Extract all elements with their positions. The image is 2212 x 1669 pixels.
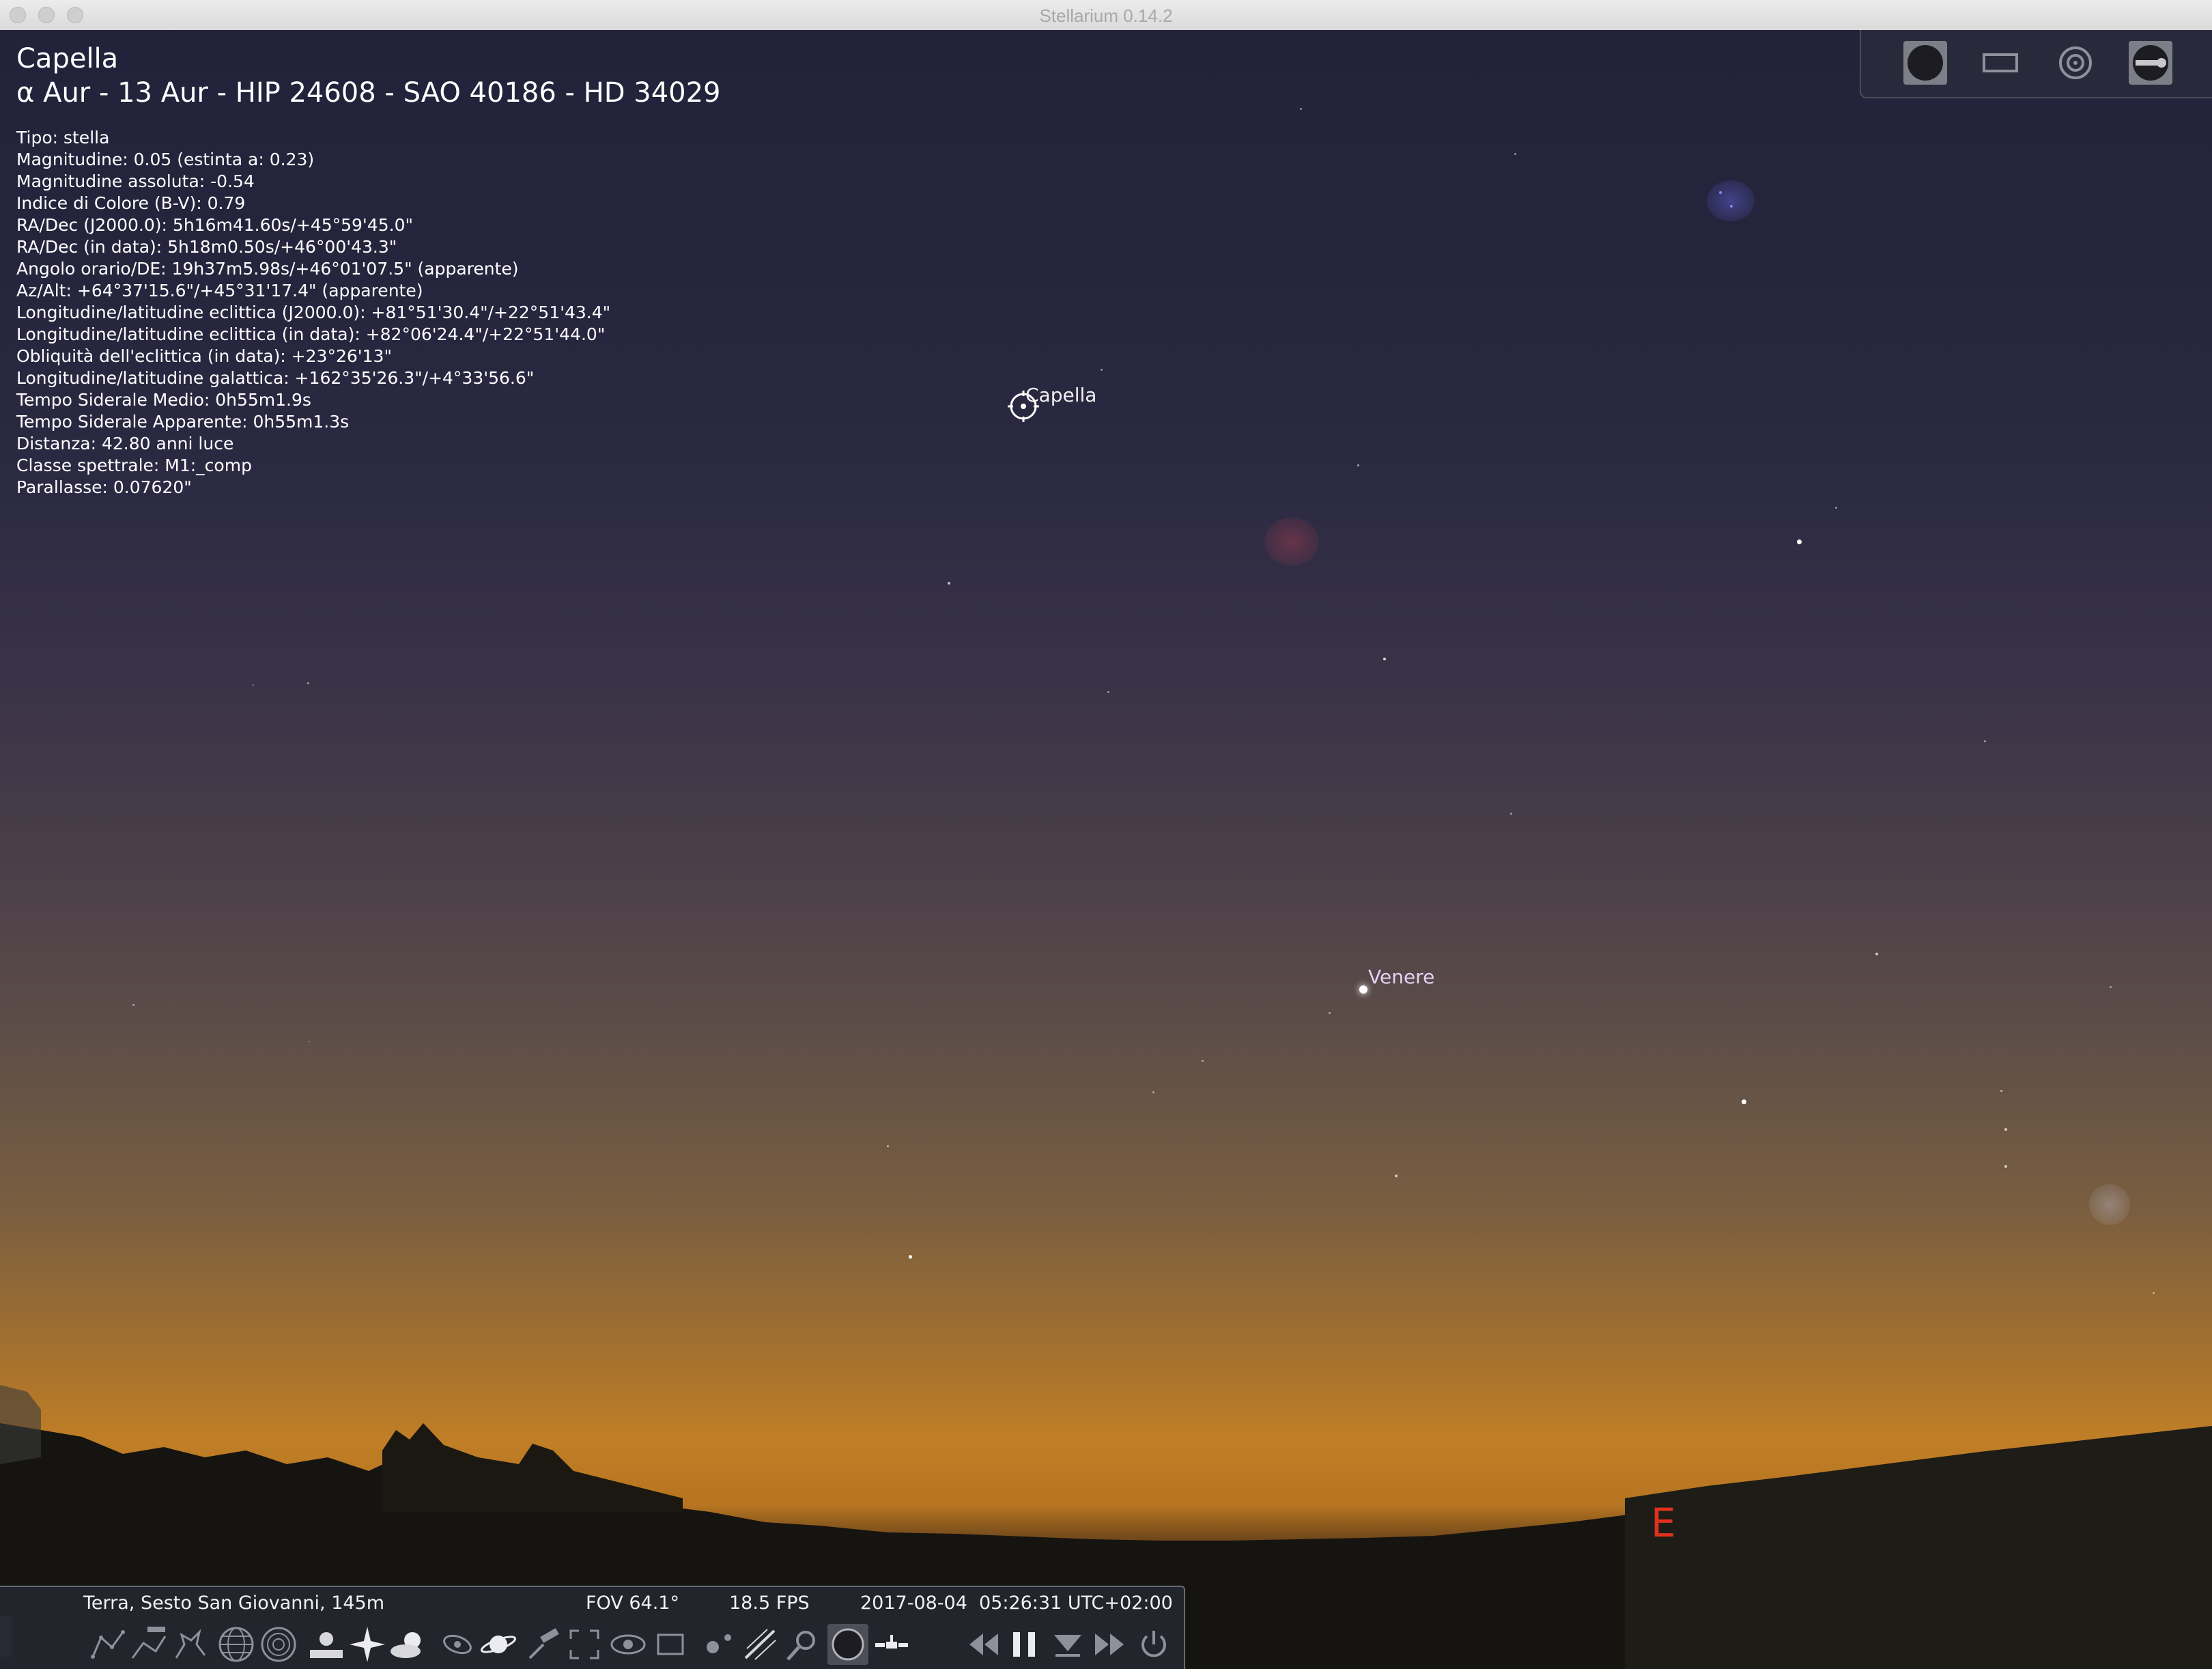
location-status[interactable]: Terra, Sesto San Giovanni, 145m (83, 1593, 384, 1614)
date-status[interactable]: 2017-08-04 (860, 1593, 967, 1614)
fps-status: 18.5 FPS (729, 1593, 810, 1614)
pause-icon[interactable] (1004, 1624, 1045, 1665)
window-title: Stellarium 0.14.2 (1039, 5, 1173, 26)
info-galactic: Longitudine/latitudine galattica: +162°3… (16, 368, 535, 388)
info-mean-sidereal: Tempo Siderale Medio: 0h55m1.9s (16, 390, 311, 410)
increase-speed-icon[interactable] (1090, 1624, 1131, 1665)
info-absolute-magnitude: Magnitudine assoluta: -0.54 (16, 171, 255, 191)
info-type: Tipo: stella (16, 128, 110, 148)
current-time-icon[interactable] (1047, 1624, 1088, 1665)
info-color-index: Indice di Colore (B-V): 0.79 (16, 193, 246, 213)
window-titlebar: Stellarium 0.14.2 (0, 0, 2212, 31)
planet-labels-icon[interactable] (478, 1624, 519, 1665)
object-designations: α Aur - 13 Aur - HIP 24608 - SAO 40186 -… (16, 77, 721, 109)
bottom-toolbar: Terra, Sesto San Giovanni, 145m FOV 64.1… (0, 1586, 1185, 1669)
azimuthal-grid-icon[interactable] (258, 1624, 299, 1665)
info-parallax: Parallasse: 0.07620" (16, 477, 192, 497)
ground-icon[interactable] (306, 1624, 347, 1665)
info-spectral-class: Classe spettrale: M1:_comp (16, 455, 252, 475)
cardinal-points-icon[interactable] (347, 1624, 388, 1665)
info-hour-angle: Angolo orario/DE: 19h37m5.98s/+46°01'07.… (16, 259, 519, 279)
info-obliquity: Obliquità dell'eclittica (in data): +23°… (16, 346, 392, 366)
nebulae-icon[interactable] (437, 1624, 478, 1665)
atmosphere-icon[interactable] (388, 1624, 429, 1665)
quit-icon[interactable] (1133, 1624, 1174, 1665)
compass-east-label: E (1651, 1500, 1676, 1546)
equatorial-grid-icon[interactable] (216, 1624, 257, 1665)
time-status[interactable]: 05:26:31 UTC+02:00 (979, 1593, 1173, 1614)
constellation-lines-icon[interactable] (87, 1624, 128, 1665)
center-selected-icon[interactable] (564, 1624, 605, 1665)
sensor-frame-icon[interactable] (1977, 40, 2024, 86)
info-magnitude: Magnitudine: 0.05 (estinta a: 0.23) (16, 150, 315, 169)
telescope-control-icon[interactable] (782, 1624, 823, 1665)
exoplanets-icon[interactable] (698, 1624, 739, 1665)
object-info-list: Tipo: stella Magnitudine: 0.05 (estinta … (16, 127, 610, 499)
constellation-art-icon[interactable] (169, 1624, 210, 1665)
meteor-showers-icon[interactable] (740, 1624, 781, 1665)
info-az-alt: Az/Alt: +64°37'15.6"/+45°31'17.4" (appar… (16, 281, 423, 300)
fullscreen-icon[interactable] (650, 1624, 691, 1665)
satellites-icon[interactable] (871, 1624, 912, 1665)
info-radec-date: RA/Dec (in data): 5h18m0.50s/+46°00'43.3… (16, 237, 397, 257)
fov-status: FOV 64.1° (586, 1593, 679, 1614)
info-distance: Distanza: 42.80 anni luce (16, 434, 234, 453)
oculars-panel (1860, 30, 2212, 98)
telrad-icon[interactable] (2052, 40, 2099, 86)
equatorial-mount-icon[interactable] (523, 1624, 564, 1665)
object-name: Capella (16, 43, 119, 74)
info-radec-j2000: RA/Dec (J2000.0): 5h16m41.60s/+45°59'45.… (16, 215, 413, 235)
oculars-icon[interactable] (827, 1624, 868, 1665)
constellation-labels-icon[interactable] (128, 1624, 169, 1665)
info-ecliptic-date: Longitudine/latitudine eclittica (in dat… (16, 324, 606, 344)
ocular-config-icon[interactable] (2127, 40, 2174, 86)
info-apparent-sidereal: Tempo Siderale Apparente: 0h55m1.3s (16, 412, 350, 432)
info-ecliptic-j2000: Longitudine/latitudine eclittica (J2000.… (16, 303, 611, 322)
ocular-view-icon[interactable] (1902, 40, 1948, 86)
decrease-speed-icon[interactable] (963, 1624, 1004, 1665)
night-mode-icon[interactable] (608, 1624, 649, 1665)
